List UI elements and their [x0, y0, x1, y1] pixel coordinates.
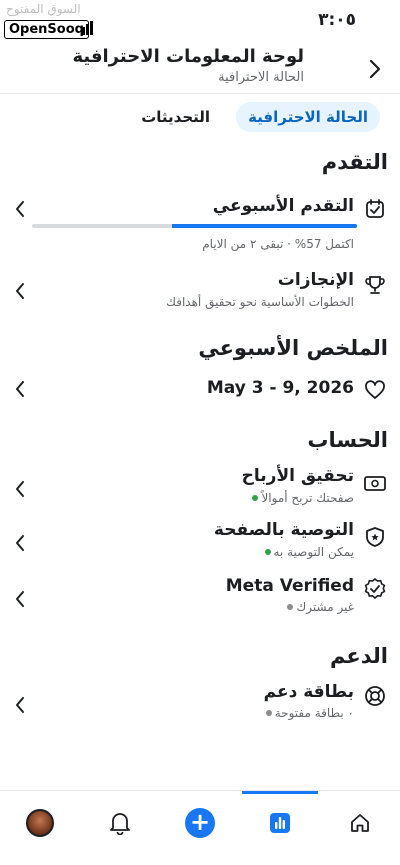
monetization-status: صفحتك تربح أموالاً [252, 491, 354, 505]
meta-verified-title: Meta Verified [225, 576, 354, 596]
chevron-left-icon [10, 280, 30, 302]
nav-notifications[interactable] [100, 803, 140, 843]
chevron-left-icon [10, 532, 30, 554]
weekly-progress-bar [32, 224, 357, 228]
support-inbox-row[interactable]: بطاقة دعم ٠ بطاقة مفتوحة [0, 682, 400, 730]
heart-icon [362, 377, 388, 403]
lifebuoy-icon [362, 683, 388, 709]
support-inbox-title: بطاقة دعم [263, 682, 354, 702]
support-inbox-subtitle: ٠ بطاقة مفتوحة [274, 706, 354, 720]
meta-verified-status: غير مشترك [287, 600, 354, 614]
status-dot-green [252, 495, 259, 501]
calendar-check-icon [362, 196, 388, 222]
chevron-right-icon [369, 59, 381, 79]
status-dot-gray [265, 710, 272, 716]
achievements-title: الإنجازات [277, 270, 354, 290]
monetization-title: تحقيق الأرباح [241, 466, 354, 486]
chevron-left-icon [10, 478, 30, 500]
page-recommendation-subtitle: يمكن التوصية به [273, 545, 355, 559]
nav-create[interactable]: + [180, 803, 220, 843]
create-plus-icon: + [185, 808, 215, 838]
avatar [26, 809, 54, 837]
page-recommendation-row[interactable]: التوصية بالصفحة يمكن التوصية به [0, 520, 400, 568]
tab-professional-status[interactable]: الحالة الاحترافية [236, 102, 380, 132]
weekly-summary-date-range: May 3 - 9, 2026 [206, 378, 354, 398]
support-inbox-status: ٠ بطاقة مفتوحة [265, 706, 354, 720]
section-title-account: الحساب [307, 428, 388, 452]
meta-verified-subtitle: غير مشترك [296, 600, 354, 614]
weekly-progress-fill [171, 224, 357, 228]
chevron-left-icon [10, 378, 30, 400]
chevron-left-icon [10, 588, 30, 610]
bottom-navigation: + [0, 790, 400, 865]
bell-icon [110, 813, 130, 835]
watermark-arabic: السوق المفتوح [6, 2, 81, 16]
page-recommendation-title: التوصية بالصفحة [213, 520, 354, 540]
dashboard-bars-icon [270, 813, 290, 833]
back-button[interactable] [364, 58, 386, 80]
section-title-weekly-summary: الملخص الأسبوعي [198, 336, 388, 360]
recommendation-shield-icon [362, 524, 388, 550]
page-subtitle: الحالة الاحترافية [218, 70, 304, 85]
monetization-subtitle: صفحتك تربح أموالاً [261, 491, 354, 505]
weekly-progress-detail: اكتمل 57% · تبقى ٢ من الايام [202, 237, 354, 251]
chevron-left-icon [10, 198, 30, 220]
watermark-label: OpenSooq [4, 20, 89, 39]
tab-bar: الحالة الاحترافية التحديثات [129, 100, 380, 134]
page-header: لوحة المعلومات الاحترافية الحالة الاحترا… [0, 44, 400, 94]
page-recommendation-status: يمكن التوصية به [264, 545, 355, 559]
nav-home[interactable] [340, 803, 380, 843]
section-title-progress: التقدم [321, 150, 388, 174]
achievements-row[interactable]: الإنجازات الخطوات الأساسية نحو تحقيق أهد… [0, 268, 400, 318]
signal-icon [82, 16, 94, 35]
status-time: ٣:٠٥ [318, 10, 356, 30]
active-tab-indicator [242, 791, 318, 794]
page-title: لوحة المعلومات الاحترافية [72, 46, 304, 67]
trophy-icon [362, 272, 388, 298]
nav-dashboard[interactable] [260, 803, 300, 843]
verified-badge-icon [362, 576, 388, 602]
chevron-left-icon [10, 694, 30, 716]
status-bar: السوق المفتوح OpenSooq ٣:٠٥ [0, 0, 400, 44]
monetization-row[interactable]: تحقيق الأرباح صفحتك تربح أموالاً [0, 466, 400, 514]
achievements-subtitle: الخطوات الأساسية نحو تحقيق أهدافك [166, 295, 354, 309]
section-title-support: الدعم [329, 644, 388, 668]
weekly-progress-title: التقدم الأسبوعي [212, 196, 354, 216]
nav-profile[interactable] [20, 803, 60, 843]
monetization-icon [362, 470, 388, 496]
status-dot-gray [287, 604, 294, 610]
home-icon [351, 814, 369, 832]
status-dot-green [264, 549, 271, 555]
meta-verified-row[interactable]: Meta Verified غير مشترك [0, 576, 400, 624]
tab-updates[interactable]: التحديثات [129, 102, 222, 132]
